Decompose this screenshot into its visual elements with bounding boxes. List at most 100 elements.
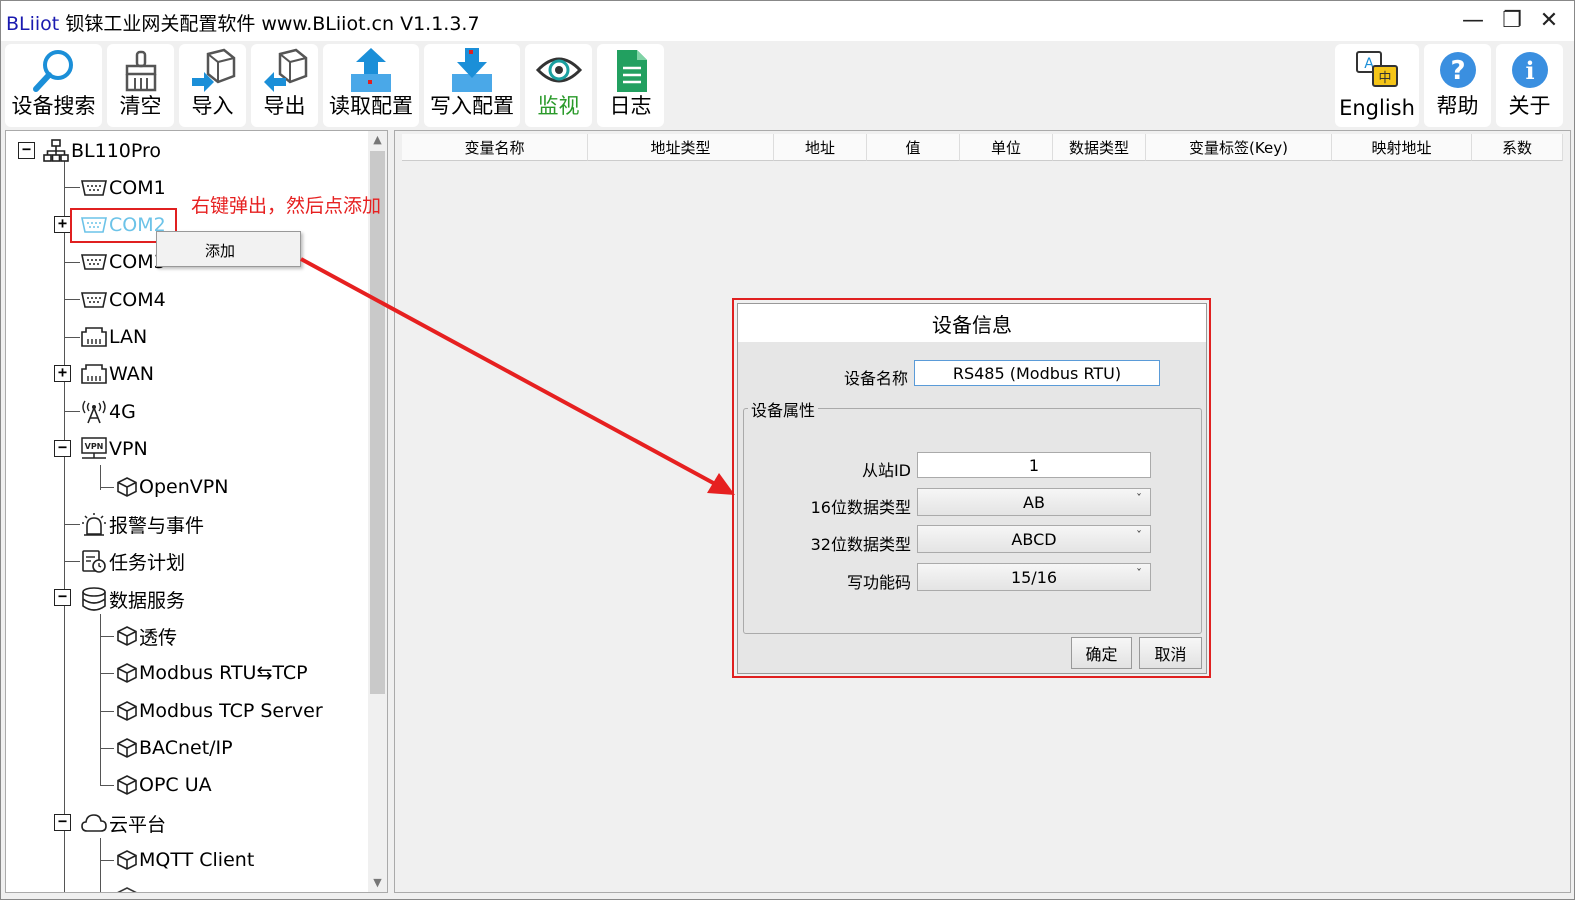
tree-node-vpn[interactable]: VPN VPN xyxy=(80,434,148,464)
read-config-label: 读取配置 xyxy=(329,94,413,118)
tree-node-modbus-rtu-tcp[interactable]: Modbus RTU⇆TCP xyxy=(116,658,308,688)
function-code-value: 15/16 xyxy=(1010,567,1058,587)
slave-id-input[interactable]: 1 xyxy=(917,452,1151,478)
svg-text:i: i xyxy=(1525,56,1534,85)
window-title-text: 钡铼工业网关配置软件 www.BLiiot.cn V1.1.3.7 xyxy=(65,13,480,35)
export-label: 导出 xyxy=(263,94,306,118)
eye-icon xyxy=(525,48,592,92)
read-config-button[interactable]: 读取配置 xyxy=(323,44,419,127)
import-label: 导入 xyxy=(191,94,234,118)
expand-com2-toggle[interactable]: + xyxy=(54,216,71,233)
search-icon xyxy=(5,48,102,92)
tree-node-com1[interactable]: COM1 xyxy=(80,173,166,203)
tree-node-wan[interactable]: WAN xyxy=(80,359,154,389)
ok-button[interactable]: 确定 xyxy=(1071,637,1132,669)
tree-line xyxy=(100,673,114,674)
tree-line xyxy=(64,524,80,525)
tree-node-modbus-tcp-server[interactable]: Modbus TCP Server xyxy=(116,696,323,726)
tree-label: COM1 xyxy=(109,177,166,199)
tree-node-openvpn[interactable]: OpenVPN xyxy=(116,472,228,502)
device-search-button[interactable]: 设备搜索 xyxy=(5,44,102,127)
log-label: 日志 xyxy=(609,94,652,118)
tree-node-data-service[interactable]: 数据服务 xyxy=(80,584,185,614)
tree-line xyxy=(100,785,114,786)
tree-label: COM4 xyxy=(109,289,166,311)
collapse-cloud-toggle[interactable]: − xyxy=(54,814,71,831)
info-icon: i xyxy=(1496,48,1563,92)
datatype32-label: 32位数据类型 xyxy=(810,535,911,554)
tree-node-alarm[interactable]: 报警与事件 xyxy=(80,509,204,539)
tree-label: 数据服务 xyxy=(109,589,186,612)
minimize-button[interactable]: — xyxy=(1456,7,1490,35)
expand-wan-toggle[interactable]: + xyxy=(54,365,71,382)
tree-label: VPN xyxy=(109,438,148,460)
column-header[interactable]: 变量名称 xyxy=(402,134,588,161)
cancel-button[interactable]: 取消 xyxy=(1139,637,1202,669)
serial-port-icon xyxy=(80,176,108,200)
datatype16-select[interactable]: AB ˇ xyxy=(917,488,1151,516)
export-button[interactable]: 导出 xyxy=(251,44,318,127)
help-button[interactable]: ? 帮助 xyxy=(1424,44,1491,127)
tree-node-mqtt[interactable]: MQTT Client xyxy=(116,845,254,875)
english-label: English xyxy=(1339,96,1415,120)
import-button[interactable]: 导入 xyxy=(179,44,246,127)
tree-node-com3[interactable]: COM3 xyxy=(80,247,166,277)
tree-line xyxy=(64,561,80,562)
tree-node-com4[interactable]: COM4 xyxy=(80,285,166,315)
scrollbar-thumb[interactable] xyxy=(370,151,385,694)
tree-line xyxy=(100,838,101,892)
cloud-icon xyxy=(80,811,108,835)
scroll-down-icon[interactable]: ▼ xyxy=(368,874,387,892)
column-header[interactable]: 系数 xyxy=(1472,134,1563,161)
tree-node-root[interactable]: BL110Pro xyxy=(42,136,161,166)
tree-scrollbar[interactable]: ▲ ▼ xyxy=(368,131,387,892)
restore-button[interactable]: ❐ xyxy=(1495,7,1529,35)
clear-button[interactable]: 清空 xyxy=(107,44,174,127)
tree-node-lan[interactable]: LAN xyxy=(80,322,147,352)
collapse-vpn-toggle[interactable]: − xyxy=(54,440,71,457)
collapse-root-toggle[interactable]: − xyxy=(18,142,35,159)
tree-label: LAN xyxy=(109,326,148,348)
tree-node-cloud[interactable]: 云平台 xyxy=(80,808,166,838)
english-button[interactable]: A中 English xyxy=(1335,44,1419,127)
close-button[interactable]: ✕ xyxy=(1532,7,1566,35)
tree-node-4g[interactable]: 4G xyxy=(80,397,136,427)
tree-node-partial[interactable] xyxy=(116,882,139,892)
chevron-down-icon: ˇ xyxy=(1136,567,1142,581)
document-icon xyxy=(597,48,664,92)
write-config-button[interactable]: 写入配置 xyxy=(424,44,520,127)
collapse-data-service-toggle[interactable]: − xyxy=(54,589,71,606)
column-header[interactable]: 地址类型 xyxy=(588,134,774,161)
cube-icon xyxy=(116,736,138,760)
tree-node-transparent[interactable]: 透传 xyxy=(116,621,177,651)
column-header[interactable]: 单位 xyxy=(960,134,1053,161)
column-header[interactable]: 地址 xyxy=(774,134,867,161)
scroll-up-icon[interactable]: ▲ xyxy=(368,131,387,149)
cube-icon xyxy=(116,624,138,648)
tree-node-task[interactable]: 任务计划 xyxy=(80,546,185,576)
dialog-title: 设备信息 xyxy=(738,304,1206,342)
column-header[interactable]: 变量标签(Key) xyxy=(1146,134,1332,161)
tree-line xyxy=(64,187,80,188)
about-label: 关于 xyxy=(1508,94,1551,118)
device-properties-label: 设备属性 xyxy=(748,397,819,421)
device-name-input[interactable]: RS485 (Modbus RTU) xyxy=(914,360,1160,386)
tree-line xyxy=(100,748,114,749)
column-header[interactable]: 映射地址 xyxy=(1332,134,1472,161)
column-header[interactable]: 数据类型 xyxy=(1053,134,1146,161)
monitor-button[interactable]: 监视 xyxy=(525,44,592,127)
log-button[interactable]: 日志 xyxy=(597,44,664,127)
chevron-down-icon: ˇ xyxy=(1136,492,1142,506)
column-header[interactable]: 值 xyxy=(867,134,960,161)
datatype32-select[interactable]: ABCD ˇ xyxy=(917,525,1151,553)
function-code-select[interactable]: 15/16 ˇ xyxy=(917,563,1151,591)
tree-node-bacnet[interactable]: BACnet/IP xyxy=(116,733,233,763)
tree-node-opcua[interactable]: OPC UA xyxy=(116,770,212,800)
tree-line xyxy=(64,337,80,338)
about-button[interactable]: i 关于 xyxy=(1496,44,1563,127)
datatype16-label: 16位数据类型 xyxy=(810,498,911,517)
tree-label: 透传 xyxy=(139,626,178,649)
context-menu-add[interactable]: 添加 xyxy=(205,240,235,261)
tree-line xyxy=(100,860,114,861)
alarm-icon xyxy=(80,512,108,536)
